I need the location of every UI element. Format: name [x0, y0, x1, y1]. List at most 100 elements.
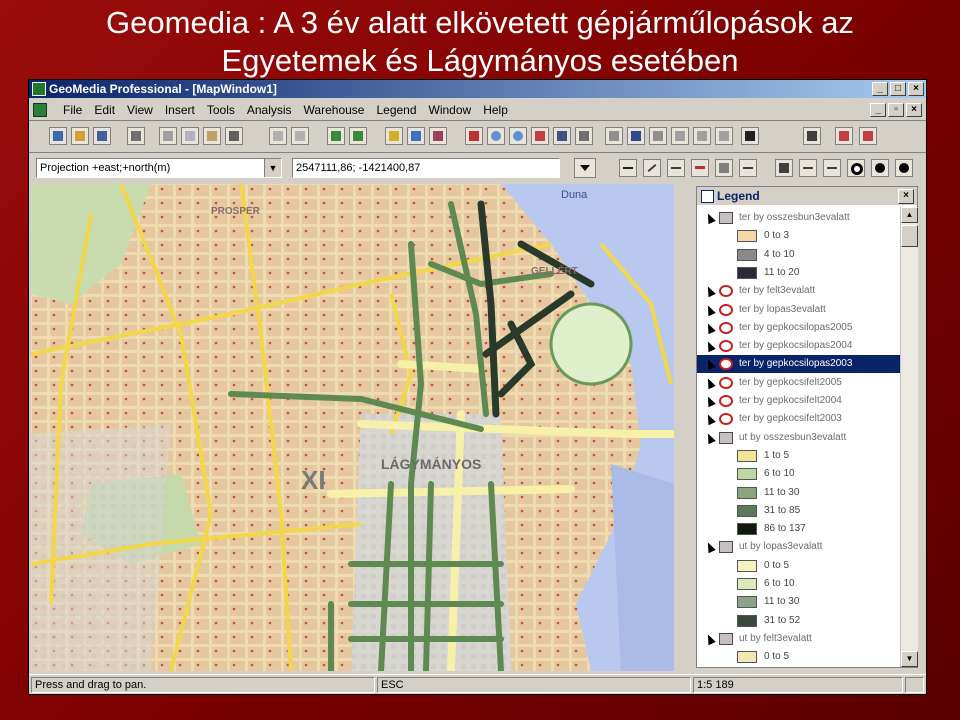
scroll-thumb[interactable]: [901, 225, 918, 247]
pan-icon[interactable]: [575, 127, 593, 145]
menu-view[interactable]: View: [121, 103, 159, 118]
legend-class-row[interactable]: 0 to 5: [697, 648, 900, 666]
legend-class-label: 86 to 137: [764, 523, 806, 535]
window-titlebar[interactable]: GeoMedia Professional - [MapWindow1] _ □…: [29, 80, 926, 98]
chevron-down-icon[interactable]: ▼: [264, 159, 281, 177]
new-geoworkspace-icon[interactable]: [49, 127, 67, 145]
digitize-line-icon[interactable]: [619, 159, 637, 177]
save-icon[interactable]: [93, 127, 111, 145]
legend-layer-row[interactable]: ter by gepkocsilopas2004: [697, 337, 900, 355]
legend-class-row[interactable]: 86 to 137: [697, 520, 900, 538]
tools-icon[interactable]: [715, 127, 733, 145]
coordinate-field[interactable]: 2547111,86; -1421400,87: [292, 158, 560, 178]
mdi-minimize-button[interactable]: _: [870, 103, 886, 117]
diagonal-line-icon[interactable]: [643, 159, 661, 177]
data-view-icon[interactable]: [859, 127, 877, 145]
paste-icon[interactable]: [203, 127, 221, 145]
zoom-out-icon[interactable]: [509, 127, 527, 145]
fit-all-icon[interactable]: [531, 127, 549, 145]
legend-layer-row[interactable]: ter by lopas3evalatt: [697, 301, 900, 319]
menu-insert[interactable]: Insert: [159, 103, 201, 118]
polyline-icon[interactable]: [667, 159, 685, 177]
minimize-button[interactable]: _: [872, 82, 888, 96]
close-button[interactable]: ×: [908, 82, 924, 96]
legend-layer-row[interactable]: ter by gepkocsifelt2004: [697, 392, 900, 410]
pointer-icon[interactable]: [803, 127, 821, 145]
menu-analysis[interactable]: Analysis: [241, 103, 298, 118]
legend-layer-row[interactable]: ut by osszesbun3evalatt: [697, 429, 900, 447]
trim-icon[interactable]: [799, 159, 817, 177]
legend-toggle-icon[interactable]: [407, 127, 425, 145]
legend-scrollbar[interactable]: ▲ ▼: [900, 207, 918, 667]
legend-class-row[interactable]: 6 to 10: [697, 575, 900, 593]
legend-layer-row[interactable]: ter by osszesbun3evalatt: [697, 209, 900, 227]
legend-layer-row[interactable]: ut by felt3evalatt: [697, 630, 900, 648]
point-icon[interactable]: [871, 159, 889, 177]
zoom-in-icon[interactable]: [487, 127, 505, 145]
layer-icon[interactable]: [385, 127, 403, 145]
cut-icon[interactable]: [159, 127, 177, 145]
legend-layer-row[interactable]: ut by lopas3evalatt: [697, 538, 900, 556]
options-icon[interactable]: [693, 127, 711, 145]
menu-tools[interactable]: Tools: [201, 103, 241, 118]
ring-icon[interactable]: [847, 159, 865, 177]
legend-header[interactable]: Legend ×: [697, 187, 917, 205]
undo-icon[interactable]: [269, 127, 287, 145]
legend-class-row[interactable]: 4 to 10: [697, 246, 900, 264]
legend-class-row[interactable]: 11 to 30: [697, 593, 900, 611]
menu-file[interactable]: File: [57, 103, 88, 118]
menu-help[interactable]: Help: [477, 103, 514, 118]
mdi-restore-button[interactable]: ▫: [888, 103, 904, 117]
legend-class-row[interactable]: 0 to 5: [697, 557, 900, 575]
grid-table-icon[interactable]: [835, 127, 853, 145]
legend-close-button[interactable]: ×: [898, 189, 914, 204]
map-properties-icon[interactable]: [605, 127, 623, 145]
legend-class-row[interactable]: 6 to 10: [697, 465, 900, 483]
properties-icon[interactable]: [225, 127, 243, 145]
menu-window[interactable]: Window: [423, 103, 478, 118]
map-canvas[interactable]: Duna XI LÁGYMÁNYOS GELLÉRT PROSPER: [31, 184, 674, 671]
help-pointer-icon[interactable]: [741, 127, 759, 145]
legend-layer-row[interactable]: ter by gepkocsifelt2005: [697, 374, 900, 392]
legend-layer-row[interactable]: ter by felt3evalatt: [697, 282, 900, 300]
coordinate-dropdown-icon[interactable]: [574, 158, 596, 178]
style-icon[interactable]: [627, 127, 645, 145]
legend-class-row[interactable]: 11 to 20: [697, 264, 900, 282]
mdi-close-button[interactable]: ×: [906, 103, 922, 117]
maximize-button[interactable]: □: [890, 82, 906, 96]
open-icon[interactable]: [71, 127, 89, 145]
arc-icon[interactable]: [823, 159, 841, 177]
document-icon[interactable]: [33, 103, 47, 117]
legend-class-row[interactable]: 31 to 52: [697, 612, 900, 630]
check-icon[interactable]: [671, 127, 689, 145]
menu-legend[interactable]: Legend: [370, 103, 422, 118]
resize-grip-icon[interactable]: [905, 677, 924, 693]
legend-layer-row[interactable]: ter by gepkocsilopas2005: [697, 319, 900, 337]
snap-icon[interactable]: [691, 159, 709, 177]
legend-layer-row[interactable]: ter by gepkocsilopas2003: [697, 355, 900, 374]
projection-select[interactable]: Projection +east;+north(m) ▼: [36, 158, 282, 178]
refresh-icon[interactable]: [429, 127, 447, 145]
select-set-icon[interactable]: [349, 127, 367, 145]
copy-icon[interactable]: [181, 127, 199, 145]
zoom-window-icon[interactable]: [553, 127, 571, 145]
display-icon[interactable]: [649, 127, 667, 145]
legend-class-row[interactable]: 11 to 30: [697, 484, 900, 502]
text-tool-icon[interactable]: [715, 159, 733, 177]
menu-edit[interactable]: Edit: [88, 103, 121, 118]
legend-class-row[interactable]: 31 to 85: [697, 502, 900, 520]
legend-layer-row[interactable]: ter by gepkocsifelt2003: [697, 410, 900, 428]
menu-list: File Edit View Insert Tools Analysis War…: [57, 103, 514, 118]
split-icon[interactable]: [775, 159, 793, 177]
legend-class-row[interactable]: 1 to 5: [697, 447, 900, 465]
select-tool-icon[interactable]: [327, 127, 345, 145]
menu-warehouse[interactable]: Warehouse: [298, 103, 371, 118]
print-icon[interactable]: [127, 127, 145, 145]
scroll-up-icon[interactable]: ▲: [901, 207, 918, 223]
window-icon[interactable]: [465, 127, 483, 145]
filled-point-icon[interactable]: [895, 159, 913, 177]
dimension-icon[interactable]: [739, 159, 757, 177]
scroll-down-icon[interactable]: ▼: [901, 651, 918, 667]
legend-class-row[interactable]: 0 to 3: [697, 227, 900, 245]
redo-icon[interactable]: [291, 127, 309, 145]
